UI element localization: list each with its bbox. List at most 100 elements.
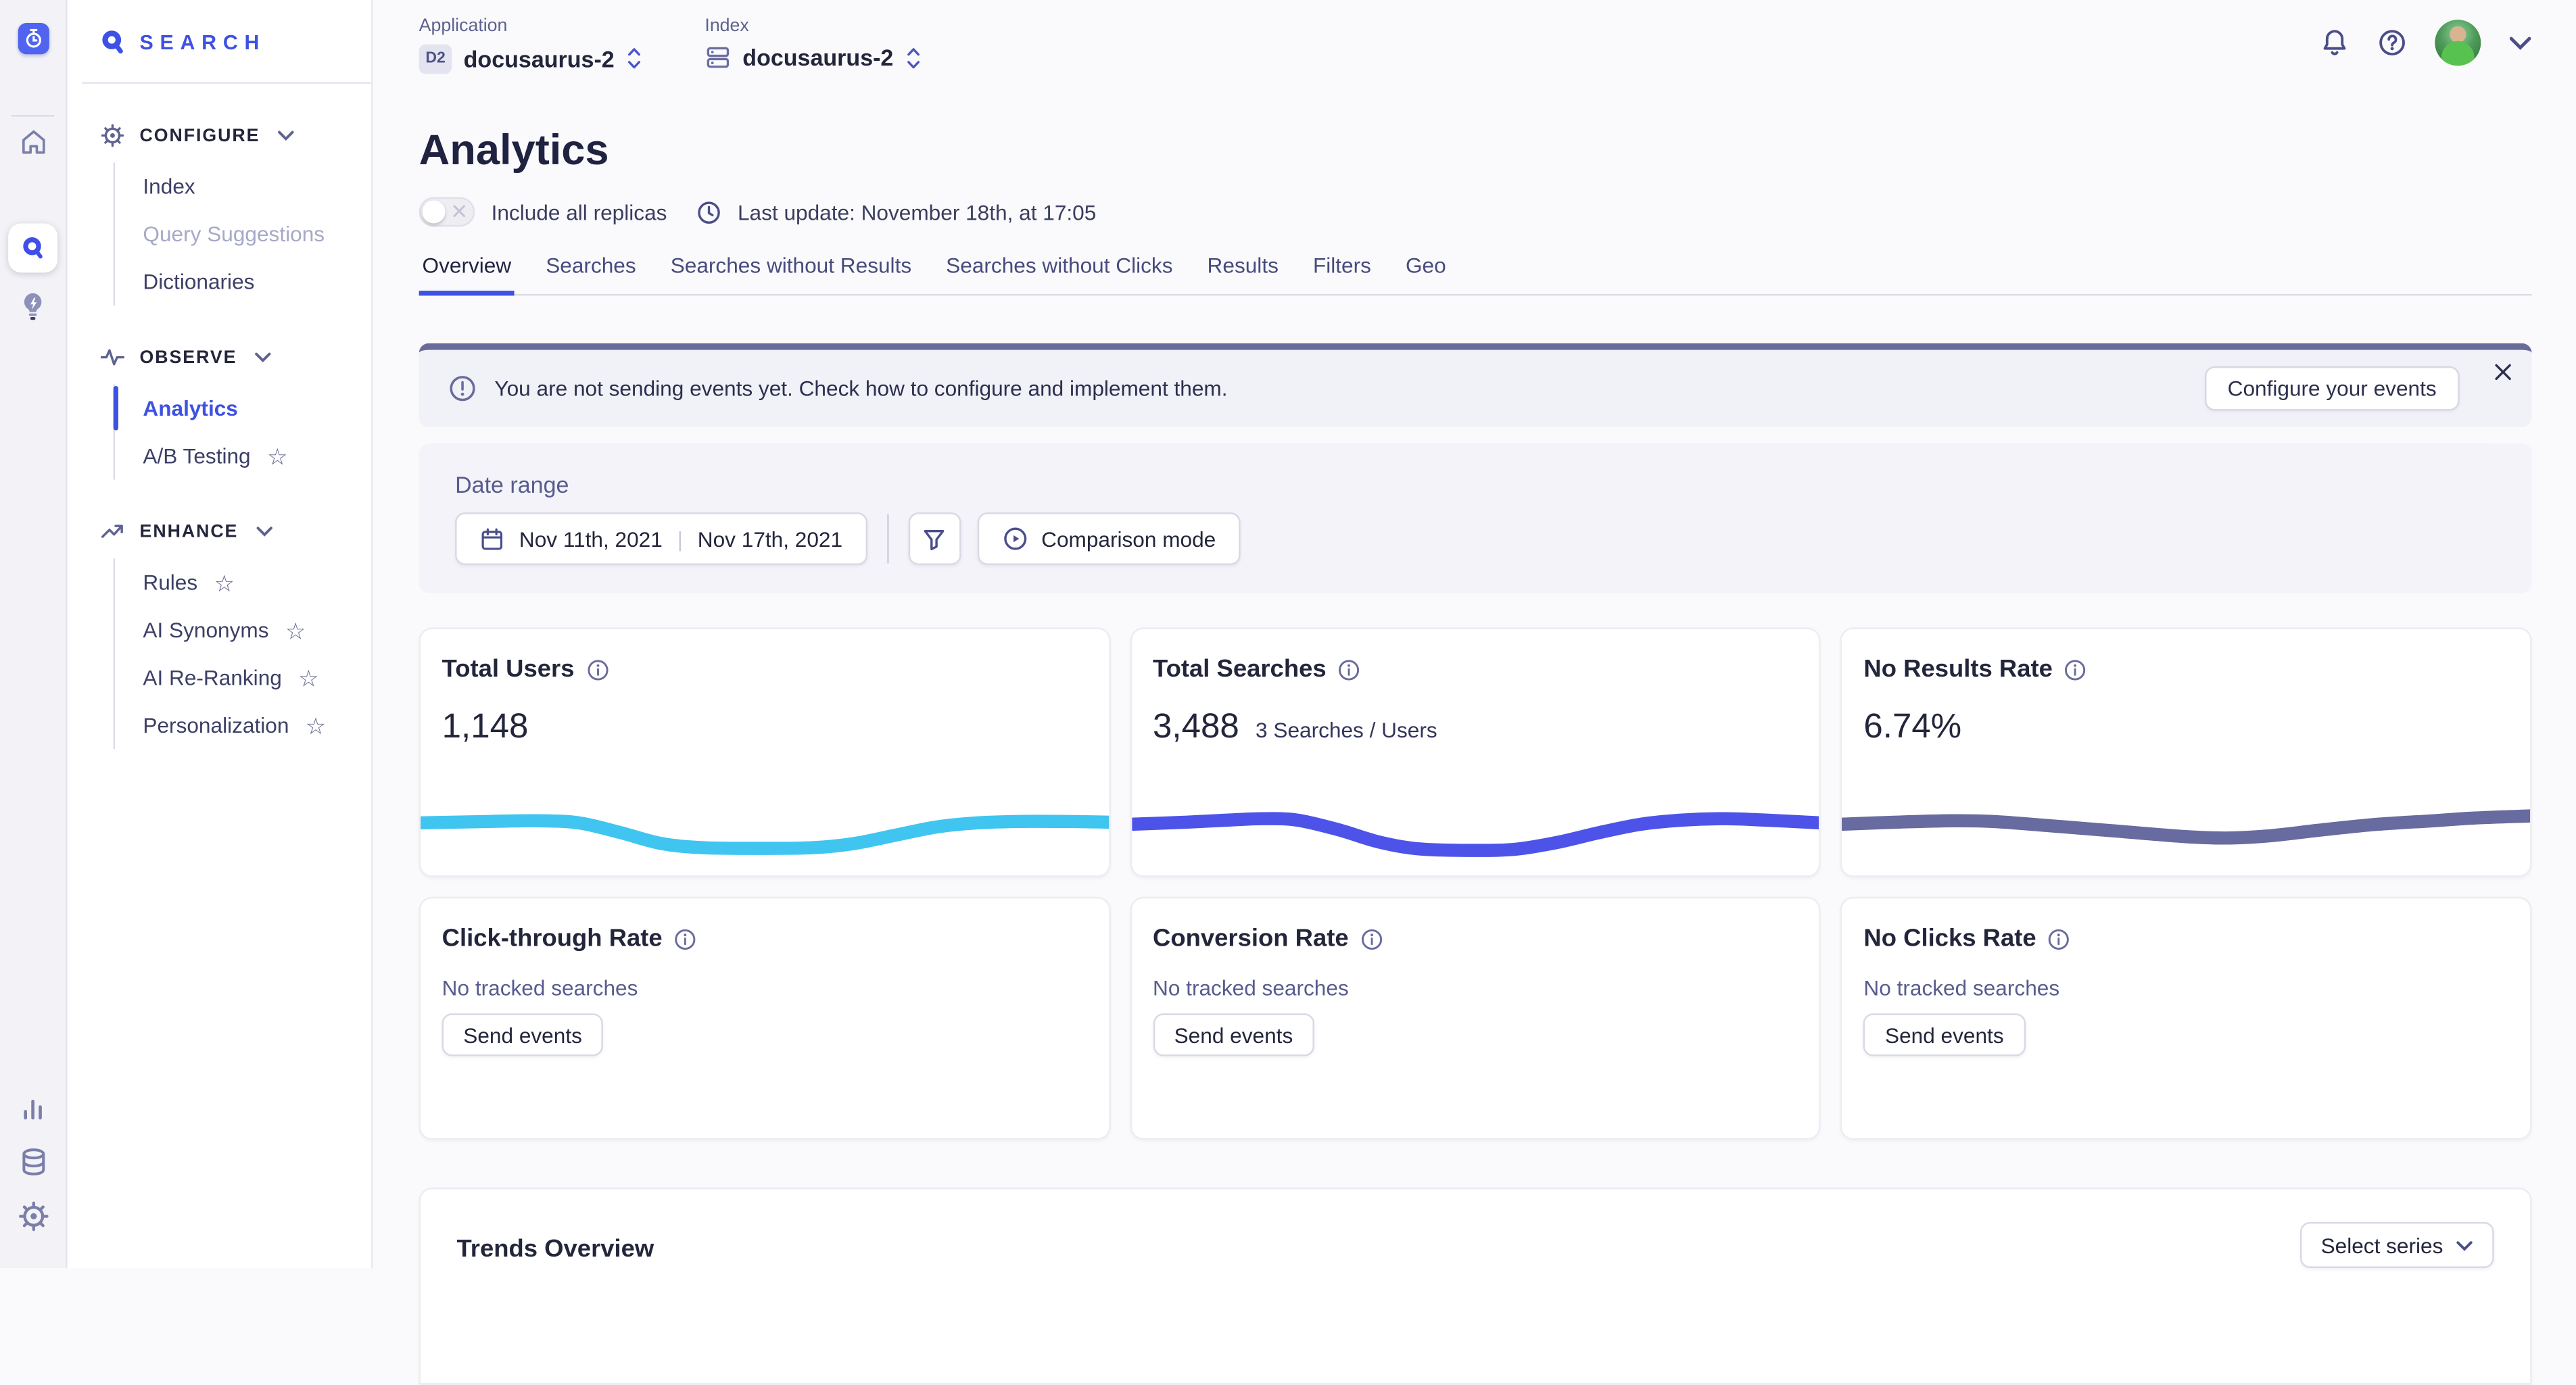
no-results-rate-sparkline: [1842, 797, 2530, 866]
brand-title: SEARCH: [140, 31, 266, 54]
section-configure: CONFIGURE Index Query Suggestions Dictio…: [68, 123, 372, 306]
gear-icon[interactable]: [18, 1200, 49, 1232]
help-icon[interactable]: [2377, 28, 2407, 57]
metric-value: 6.74%: [1863, 708, 1961, 747]
star-icon[interactable]: ☆: [298, 666, 319, 689]
section-enhance-header[interactable]: ENHANCE: [100, 519, 371, 543]
info-icon[interactable]: [674, 927, 697, 950]
chevron-down-icon: [2456, 1239, 2473, 1250]
index-label: Index: [705, 16, 921, 36]
star-icon[interactable]: ☆: [285, 618, 306, 641]
chevron-down-icon[interactable]: [2509, 35, 2532, 50]
info-icon[interactable]: [2064, 658, 2087, 681]
chevron-down-icon: [278, 130, 294, 141]
card-title: No Results Rate: [1863, 656, 2053, 683]
sidebar-item-ai-re-ranking[interactable]: AI Re-Ranking☆: [115, 654, 371, 701]
date-start: Nov 11th, 2021: [519, 527, 663, 551]
sidebar-item-analytics[interactable]: Analytics: [115, 385, 371, 432]
info-icon: [448, 374, 476, 402]
tab-geo[interactable]: Geo: [1402, 253, 1449, 294]
tab-searches[interactable]: Searches: [542, 253, 639, 294]
application-selector: Application D2 docusaurus-2: [419, 16, 642, 92]
page-title: Analytics: [419, 125, 2532, 174]
chevron-down-icon: [256, 526, 272, 537]
metric-secondary: 3 Searches / Users: [1256, 718, 1437, 742]
section-label: ENHANCE: [140, 522, 239, 541]
sidebar-item-rules[interactable]: Rules☆: [115, 558, 371, 606]
index-icon: [705, 45, 731, 71]
sidebar-item-ai-synonyms[interactable]: AI Synonyms☆: [115, 606, 371, 654]
application-badge: D2: [419, 45, 452, 74]
star-icon[interactable]: ☆: [306, 714, 327, 737]
calendar-icon: [480, 527, 504, 551]
info-icon[interactable]: [1338, 658, 1361, 681]
filter-button[interactable]: [908, 512, 961, 565]
rail-divider: [11, 115, 54, 116]
total-searches-card: Total Searches 3,488 3 Searches / Users: [1130, 627, 1821, 877]
bar-chart-icon[interactable]: [18, 1094, 48, 1123]
section-observe-header[interactable]: OBSERVE: [100, 345, 371, 369]
sidebar-item-index[interactable]: Index: [115, 163, 371, 210]
include-replicas-toggle[interactable]: [419, 197, 475, 227]
total-searches-sparkline: [1131, 797, 1819, 866]
toggle-label: Include all replicas: [492, 199, 667, 224]
database-icon[interactable]: [18, 1146, 49, 1177]
tab-searches-without-results[interactable]: Searches without Results: [667, 253, 915, 294]
configure-events-button[interactable]: Configure your events: [2205, 366, 2460, 411]
section-observe: OBSERVE Analytics A/B Testing ☆: [68, 345, 372, 479]
page-meta-row: Include all replicas Last update: Novemb…: [419, 197, 2532, 227]
stopwatch-icon[interactable]: [18, 23, 49, 54]
select-series-button[interactable]: Select series: [2299, 1222, 2494, 1268]
sidebar-item-personalization[interactable]: Personalization☆: [115, 702, 371, 749]
section-label: OBSERVE: [140, 347, 237, 367]
send-events-button[interactable]: Send events: [1863, 1013, 2025, 1056]
comparison-mode-button[interactable]: Comparison mode: [977, 512, 1240, 565]
search-logo-icon: [100, 30, 126, 56]
info-icon[interactable]: [586, 658, 609, 681]
section-observe-items: Analytics A/B Testing ☆: [114, 385, 372, 480]
star-icon[interactable]: ☆: [214, 570, 235, 593]
date-range-panel: Date range Nov 11th, 2021 | Nov 17th, 20…: [419, 443, 2532, 593]
info-icon[interactable]: [2048, 927, 2071, 950]
banner-message: You are not sending events yet. Check ho…: [494, 376, 1227, 400]
updown-icon: [626, 47, 642, 71]
close-icon[interactable]: [2494, 363, 2512, 381]
date-end: Nov 17th, 2021: [698, 527, 842, 551]
tab-results[interactable]: Results: [1204, 253, 1282, 294]
lightbulb-icon[interactable]: [18, 291, 48, 322]
sidebar-divider: [82, 82, 372, 84]
card-title: Click-through Rate: [442, 925, 663, 952]
avatar[interactable]: [2435, 20, 2481, 66]
sidebar-item-dictionaries[interactable]: Dictionaries: [115, 258, 371, 306]
section-label: CONFIGURE: [140, 126, 260, 145]
chevron-down-icon: [255, 351, 271, 363]
search-icon[interactable]: [8, 223, 57, 272]
section-enhance-items: Rules☆ AI Synonyms☆ AI Re-Ranking☆ Perso…: [114, 558, 372, 749]
application-value[interactable]: D2 docusaurus-2: [419, 45, 642, 74]
card-title: Total Searches: [1153, 656, 1327, 683]
gear-icon: [100, 123, 124, 147]
trends-overview-card: Trends Overview Select series: [419, 1188, 2532, 1385]
bell-icon[interactable]: [2320, 28, 2350, 57]
index-value[interactable]: docusaurus-2: [705, 45, 921, 71]
section-configure-header[interactable]: CONFIGURE: [100, 123, 371, 147]
card-title: No Clicks Rate: [1863, 925, 2036, 952]
last-update-text: Last update: November 18th, at 17:05: [738, 199, 1096, 224]
controls-divider: [887, 514, 888, 564]
metric-value: 1,148: [442, 708, 529, 747]
index-selector: Index docusaurus-2: [705, 16, 921, 92]
info-icon[interactable]: [1360, 927, 1383, 950]
date-range-button[interactable]: Nov 11th, 2021 | Nov 17th, 2021: [455, 512, 867, 565]
conversion-rate-card: Conversion Rate No tracked searches Send…: [1130, 897, 1821, 1140]
home-icon[interactable]: [19, 128, 47, 156]
tab-searches-without-clicks[interactable]: Searches without Clicks: [943, 253, 1176, 294]
tab-filters[interactable]: Filters: [1310, 253, 1375, 294]
tab-overview[interactable]: Overview: [419, 253, 515, 294]
metric-value: 3,488: [1153, 708, 1239, 747]
send-events-button[interactable]: Send events: [442, 1013, 604, 1056]
star-icon[interactable]: ☆: [267, 444, 288, 467]
send-events-button[interactable]: Send events: [1153, 1013, 1314, 1056]
search-product-logo[interactable]: SEARCH: [68, 30, 372, 56]
clock-icon: [696, 199, 721, 224]
sidebar-item-ab-testing[interactable]: A/B Testing ☆: [115, 432, 371, 479]
